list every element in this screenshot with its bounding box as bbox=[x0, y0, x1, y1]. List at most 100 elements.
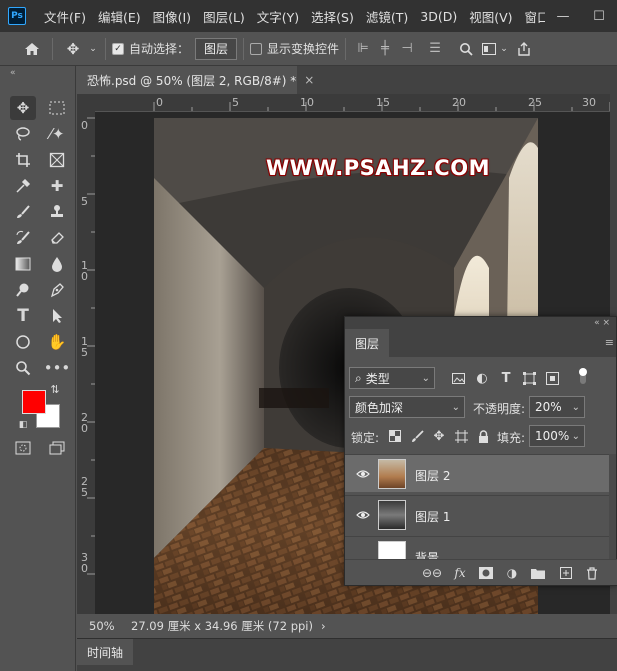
filter-pixel-icon[interactable] bbox=[448, 368, 468, 388]
layers-tab-label: 图层 bbox=[355, 336, 380, 351]
default-colors-icon[interactable]: ◧ bbox=[16, 418, 30, 432]
menu-filter[interactable]: 滤镜(T) bbox=[360, 7, 414, 26]
opacity-field[interactable]: 20% ⌄ bbox=[529, 396, 585, 418]
blur-tool[interactable] bbox=[44, 252, 70, 276]
lasso-tool[interactable] bbox=[10, 122, 36, 146]
delete-layer-icon[interactable] bbox=[583, 564, 601, 582]
timeline-tab[interactable]: 时间轴 bbox=[77, 639, 134, 665]
clone-stamp-tool[interactable] bbox=[44, 200, 70, 224]
visibility-eye-icon[interactable] bbox=[355, 466, 371, 482]
fill-field[interactable]: 100% ⌄ bbox=[529, 425, 585, 447]
eyedropper-tool[interactable] bbox=[10, 174, 36, 198]
menu-view[interactable]: 视图(V) bbox=[463, 7, 518, 26]
move-tool[interactable]: ✥ bbox=[10, 96, 36, 120]
marquee-tool[interactable] bbox=[44, 96, 70, 120]
zoom-tool[interactable] bbox=[10, 356, 36, 380]
chevron-down-icon: ⌄ bbox=[571, 430, 580, 442]
path-selection-tool[interactable] bbox=[44, 304, 70, 328]
lock-artboard-icon[interactable] bbox=[451, 426, 471, 446]
brush-tool[interactable] bbox=[10, 200, 36, 224]
healing-brush-tool[interactable]: ✚ bbox=[44, 174, 70, 198]
blend-mode-dropdown[interactable]: 颜色加深 ⌄ bbox=[349, 396, 465, 418]
layer-thumbnail bbox=[378, 541, 406, 561]
lock-pixels-icon[interactable] bbox=[407, 426, 427, 446]
distribute-icon[interactable]: ☰ bbox=[424, 39, 446, 59]
ellipse-tool[interactable] bbox=[10, 330, 36, 354]
lock-transparent-icon[interactable] bbox=[385, 426, 405, 446]
zoom-level[interactable]: 50% bbox=[77, 619, 121, 633]
menu-select[interactable]: 选择(S) bbox=[305, 7, 360, 26]
layer-row[interactable]: 图层 2 bbox=[345, 454, 610, 492]
menu-file[interactable]: 文件(F) bbox=[38, 7, 92, 26]
chevron-down-icon[interactable]: ⌄ bbox=[87, 36, 99, 62]
auto-select-checkbox[interactable]: ✓ bbox=[112, 42, 124, 55]
link-layers-icon[interactable]: ⊖⊖ bbox=[422, 564, 442, 582]
show-transform-checkbox[interactable] bbox=[250, 42, 263, 55]
photoshop-logo: Ps bbox=[8, 7, 26, 25]
magic-wand-tool[interactable]: ⁄✦ bbox=[44, 122, 70, 146]
swap-colors-icon[interactable]: ⇅ bbox=[48, 382, 62, 396]
foreground-color-swatch[interactable] bbox=[22, 390, 46, 414]
more-tools-icon[interactable]: ••• bbox=[44, 356, 71, 380]
filter-type-icon[interactable]: T bbox=[496, 368, 516, 388]
quick-mask-icon[interactable] bbox=[10, 436, 36, 460]
lock-position-icon[interactable]: ✥ bbox=[429, 426, 449, 446]
new-layer-icon[interactable] bbox=[557, 564, 575, 582]
ruler-label: 20 bbox=[452, 96, 466, 109]
visibility-eye-icon[interactable] bbox=[355, 507, 371, 523]
lock-all-icon[interactable] bbox=[473, 426, 493, 446]
add-mask-icon[interactable] bbox=[477, 564, 495, 582]
layers-panel: « × 图层 ≡ ⌕ 类型 ⌄ ◐ T 颜色加深 ⌄ 不透明度: 20% ⌄ 锁… bbox=[344, 316, 617, 586]
pen-tool[interactable] bbox=[44, 278, 70, 302]
filter-smart-object-icon[interactable] bbox=[542, 368, 562, 388]
crop-tool[interactable] bbox=[10, 148, 36, 172]
hand-tool[interactable]: ✋ bbox=[44, 330, 70, 354]
filter-adjustment-icon[interactable]: ◐ bbox=[472, 368, 492, 388]
align-right-icon[interactable]: ⊣ bbox=[396, 39, 418, 59]
search-icon[interactable] bbox=[452, 36, 480, 62]
watermark-text: WWW.PSAHZ.COM bbox=[266, 156, 490, 180]
frame-tool[interactable] bbox=[44, 148, 70, 172]
filter-shape-icon[interactable] bbox=[519, 368, 539, 388]
new-group-icon[interactable] bbox=[529, 564, 547, 582]
timeline-panel: 时间轴 bbox=[77, 638, 617, 671]
type-tool[interactable]: T bbox=[10, 304, 36, 328]
auto-select-target-dropdown[interactable]: 图层 bbox=[195, 37, 238, 60]
history-brush-tool[interactable] bbox=[10, 226, 36, 250]
menu-layer[interactable]: 图层(L) bbox=[197, 7, 251, 26]
gradient-tool[interactable] bbox=[10, 252, 36, 276]
share-icon[interactable] bbox=[510, 36, 538, 62]
filter-toggle-icon[interactable] bbox=[573, 366, 593, 386]
layers-tab[interactable]: 图层 bbox=[345, 329, 390, 357]
collapse-icon[interactable]: « bbox=[0, 66, 75, 80]
align-center-icon[interactable]: ╪ bbox=[374, 39, 396, 59]
options-bar: ✥ ⌄ ✓ 自动选择： 图层 显示变换控件 ⊫ ╪ ⊣ ☰ ⌄ bbox=[0, 32, 617, 66]
workspace-icon[interactable] bbox=[480, 36, 498, 62]
menu-type[interactable]: 文字(Y) bbox=[251, 7, 305, 26]
layer-row[interactable]: 背景 bbox=[345, 536, 610, 561]
divider bbox=[345, 37, 347, 60]
panel-menu-icon[interactable]: ≡ bbox=[605, 336, 614, 349]
close-tab-icon[interactable]: × bbox=[304, 73, 314, 87]
show-transform-label: 显示变换控件 bbox=[267, 42, 340, 56]
status-menu-arrow[interactable]: › bbox=[321, 619, 326, 633]
menu-image[interactable]: 图像(I) bbox=[147, 7, 197, 26]
panel-collapse-icon[interactable]: « × bbox=[345, 317, 616, 329]
minimize-button[interactable]: — bbox=[545, 0, 581, 32]
menu-edit[interactable]: 编辑(E) bbox=[92, 7, 147, 26]
screen-mode-icon[interactable] bbox=[44, 436, 70, 460]
layers-scrollbar[interactable] bbox=[609, 454, 616, 562]
maximize-button[interactable]: ☐ bbox=[581, 0, 617, 32]
adjustment-layer-icon[interactable]: ◑ bbox=[503, 564, 521, 582]
align-left-icon[interactable]: ⊫ bbox=[352, 39, 374, 59]
layer-style-icon[interactable]: fx bbox=[451, 564, 469, 582]
workspace-chevron-icon[interactable]: ⌄ bbox=[498, 36, 510, 62]
eraser-tool[interactable] bbox=[44, 226, 70, 250]
menu-3d[interactable]: 3D(D) bbox=[414, 9, 463, 24]
filter-kind-dropdown[interactable]: ⌕ 类型 ⌄ bbox=[349, 367, 435, 389]
layer-row[interactable]: 图层 1 bbox=[345, 495, 610, 533]
document-tab[interactable]: 恐怖.psd @ 50% (图层 2, RGB/8#) * × bbox=[77, 66, 314, 94]
dodge-tool[interactable] bbox=[10, 278, 36, 302]
home-icon[interactable] bbox=[18, 36, 46, 62]
move-tool-icon[interactable]: ✥ bbox=[59, 36, 87, 62]
